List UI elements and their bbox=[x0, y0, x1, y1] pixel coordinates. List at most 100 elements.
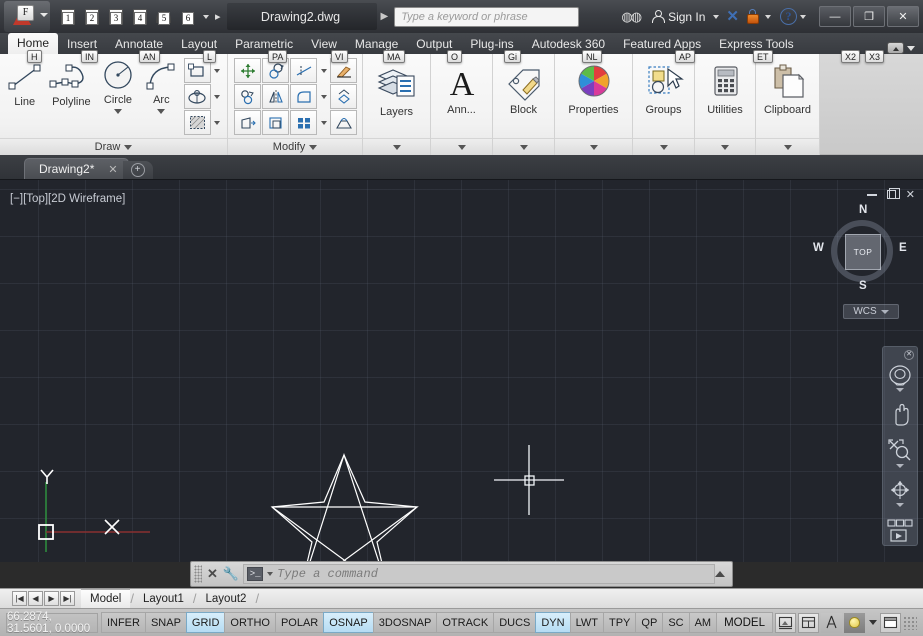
drawing-canvas[interactable]: [−][Top][2D Wireframe] ✕ TOP N S E W WCS… bbox=[0, 179, 923, 562]
title-dropdown-icon[interactable]: ▶ bbox=[381, 11, 389, 22]
tab-output[interactable]: Output bbox=[407, 35, 461, 54]
navbar-steering-wheel[interactable] bbox=[883, 360, 917, 393]
layout-tab-layout2[interactable]: Layout2 bbox=[197, 589, 256, 608]
save-as-drawing-button[interactable]: 4 bbox=[128, 4, 151, 29]
exchange-app-icon[interactable]: ✕ bbox=[722, 7, 743, 26]
tab-home[interactable]: Home bbox=[8, 33, 59, 54]
toggle-otrack[interactable]: OTRACK bbox=[436, 612, 495, 633]
layout-tab-layout1[interactable]: Layout1 bbox=[134, 589, 193, 608]
viewcube-west-label[interactable]: W bbox=[813, 242, 824, 254]
viewcube-top-face[interactable]: TOP bbox=[845, 234, 881, 270]
toggle-snap[interactable]: SNAP bbox=[144, 612, 187, 633]
chevron-up-icon[interactable] bbox=[715, 571, 725, 577]
wrench-icon[interactable]: 🔧 bbox=[223, 566, 243, 582]
tab-autodesk-360[interactable]: Autodesk 360 bbox=[523, 35, 614, 54]
workspace-dropdown-icon[interactable] bbox=[867, 613, 878, 633]
chevron-down-icon[interactable] bbox=[124, 144, 133, 150]
help-dropdown-icon[interactable] bbox=[800, 14, 806, 19]
undo-button[interactable]: ↰ 6 bbox=[176, 4, 199, 29]
model-space-icon[interactable] bbox=[775, 612, 796, 633]
new-drawing-button[interactable]: 1 bbox=[56, 4, 79, 29]
tool-ellipse[interactable] bbox=[183, 84, 211, 109]
toggle-osnap[interactable]: OSNAP bbox=[323, 612, 374, 633]
tool-fillet[interactable] bbox=[290, 84, 317, 109]
chevron-down-icon[interactable] bbox=[519, 144, 528, 150]
open-drawing-button[interactable]: 2 bbox=[80, 4, 103, 29]
tab-plugins[interactable]: Plug-ins bbox=[461, 35, 522, 54]
tab-express-tools[interactable]: Express Tools bbox=[710, 35, 802, 54]
search-binoculars-icon[interactable]: ◍◍ bbox=[614, 9, 647, 25]
toggle-dyn[interactable]: DYN bbox=[535, 612, 571, 633]
chevron-down-icon[interactable] bbox=[40, 13, 48, 17]
tab-insert[interactable]: Insert bbox=[58, 35, 106, 54]
toggle-tpy[interactable]: TPY bbox=[603, 612, 637, 633]
chevron-down-icon[interactable] bbox=[896, 503, 904, 507]
chevron-down-icon[interactable] bbox=[783, 144, 792, 150]
tab-parametric[interactable]: Parametric bbox=[226, 35, 302, 54]
workspace-bulb-icon[interactable] bbox=[844, 612, 865, 633]
toggle-lwt[interactable]: LWT bbox=[569, 612, 604, 633]
maximize-button[interactable]: ❐ bbox=[853, 6, 885, 27]
sign-in-dropdown-icon[interactable] bbox=[713, 14, 720, 19]
viewport-config-icon[interactable] bbox=[798, 612, 819, 633]
tool-stretch[interactable] bbox=[234, 110, 261, 135]
qat-overflow-button[interactable]: ▸ bbox=[213, 10, 223, 23]
command-line[interactable]: ✕ 🔧 >_ Type a command bbox=[190, 561, 733, 587]
star-polygon[interactable] bbox=[255, 445, 435, 562]
minimize-button[interactable]: — bbox=[819, 6, 851, 27]
chevron-down-icon[interactable] bbox=[457, 144, 466, 150]
tool-polyline[interactable]: Polyline bbox=[47, 56, 95, 108]
next-layout-button[interactable]: ▶ bbox=[44, 591, 59, 606]
application-menu-button[interactable]: F bbox=[4, 1, 50, 32]
panel-groups-expand[interactable] bbox=[633, 138, 694, 155]
clean-screen-icon[interactable] bbox=[880, 612, 901, 633]
navbar-close-icon[interactable]: ✕ bbox=[904, 350, 914, 360]
tab-view[interactable]: View bbox=[302, 35, 346, 54]
tool-circle-dropdown-icon[interactable] bbox=[113, 109, 122, 114]
ribbon-minimize-button[interactable] bbox=[887, 42, 904, 54]
tab-layout[interactable]: Layout bbox=[172, 35, 226, 54]
viewport-minimize-icon[interactable] bbox=[866, 193, 877, 196]
tool-mirror[interactable] bbox=[262, 84, 289, 109]
toggle-ortho[interactable]: ORTHO bbox=[224, 612, 276, 633]
tool-arc-dropdown-icon[interactable] bbox=[157, 109, 166, 114]
tool-erase[interactable] bbox=[330, 58, 357, 83]
chevron-down-icon[interactable] bbox=[907, 45, 915, 51]
command-line-close-button[interactable]: ✕ bbox=[202, 566, 223, 582]
ucs-selector[interactable]: WCS bbox=[843, 304, 899, 319]
plot-button[interactable]: 5 bbox=[152, 4, 175, 29]
tool-hatch[interactable] bbox=[183, 110, 211, 135]
tool-trim[interactable] bbox=[290, 58, 317, 83]
panel-clipboard-expand[interactable] bbox=[756, 138, 819, 155]
toggle-grid[interactable]: GRID bbox=[185, 612, 226, 633]
toggle-ducs[interactable]: DUCS bbox=[493, 612, 537, 633]
new-tab-button[interactable]: + bbox=[122, 161, 153, 179]
tool-line[interactable]: Line bbox=[4, 56, 45, 108]
navbar-orbit[interactable] bbox=[883, 475, 917, 508]
chevron-down-icon[interactable] bbox=[659, 144, 668, 150]
tab-annotate[interactable]: Annotate bbox=[106, 35, 172, 54]
tool-explode[interactable] bbox=[330, 84, 357, 109]
panel-block-expand[interactable] bbox=[493, 138, 554, 155]
navbar-showmotion[interactable] bbox=[883, 514, 917, 545]
chevron-down-icon[interactable] bbox=[392, 144, 401, 150]
toggle-sc[interactable]: SC bbox=[662, 612, 690, 633]
close-icon[interactable]: ✕ bbox=[108, 163, 117, 176]
rectangle-dropdown-icon[interactable] bbox=[212, 58, 223, 83]
annotation-scale-icon[interactable] bbox=[821, 612, 842, 633]
security-lock-icon[interactable] bbox=[745, 9, 760, 24]
command-input[interactable]: >_ Type a command bbox=[243, 564, 715, 584]
tool-array[interactable] bbox=[290, 110, 317, 135]
tool-scale[interactable] bbox=[262, 110, 289, 135]
panel-layers-expand[interactable] bbox=[363, 138, 430, 155]
chevron-down-icon[interactable] bbox=[721, 144, 729, 150]
tool-arc[interactable]: Arc bbox=[141, 56, 182, 114]
tab-manage[interactable]: Manage bbox=[346, 35, 407, 54]
help-icon[interactable]: ? bbox=[780, 8, 797, 25]
command-line-grip[interactable] bbox=[194, 565, 202, 583]
resize-grip-icon[interactable] bbox=[903, 615, 917, 630]
tool-offset[interactable] bbox=[330, 110, 357, 135]
panel-draw-title[interactable]: Draw bbox=[0, 138, 227, 155]
fillet-dropdown-icon[interactable] bbox=[318, 84, 329, 109]
undo-dropdown-icon[interactable] bbox=[203, 14, 209, 19]
